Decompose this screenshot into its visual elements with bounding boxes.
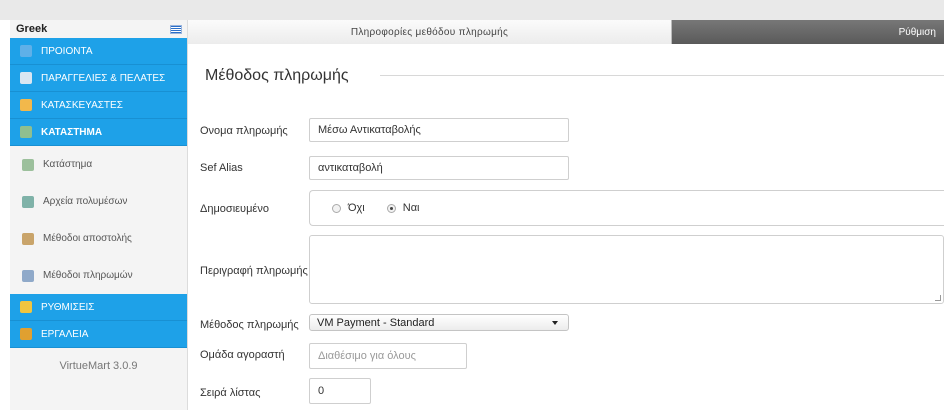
orders-icon [20,72,32,84]
published-radio-group: Όχι Ναι [309,190,944,226]
sidebar-item[interactable]: Αρχεία πολυμέσων [10,183,187,220]
tab-payment-info[interactable]: Πληροφορίες μεθόδου πληρωμής [188,20,672,44]
payment-method-value: VM Payment - Standard [317,316,435,329]
legend-divider [380,75,944,76]
sidebar-item-label: ΚΑΤΑΣΤΗΜΑ [41,126,103,138]
sidebar: Greek ΠΡΟΙΟΝΤΑ ΠΑΡΑΓΓΕΛΙΕΣ & ΠΕΛΑΤΕΣ ΚΑΤΑΣ… [10,20,188,410]
sef-alias-input[interactable]: αντικαταβολή [309,156,569,180]
list-order-input[interactable]: 0 [309,378,371,404]
sidebar-item-label: Μέθοδοι αποστολής [43,233,132,244]
sidebar-item-label: ΡΥΘΜΙΣΕΙΣ [41,301,95,313]
published-yes-radio[interactable] [386,203,396,213]
sidebar-item[interactable]: ΚΑΤΑΣΤΗΜΑ [10,119,187,146]
sidebar-item-label: ΕΡΓΑΛΕΙΑ [41,328,89,340]
store-icon [20,126,32,138]
sidebar-item-label: ΠΡΟΙΟΝΤΑ [41,45,93,57]
products-icon [20,45,32,57]
published-label: Δημοσιευμένο [200,203,269,215]
wrench-icon [20,99,32,111]
language-bar[interactable]: Greek [10,20,187,38]
version-label: VirtueMart 3.0.9 [59,360,138,372]
greece-flag-icon[interactable] [170,24,182,34]
sidebar-menu: ΠΡΟΙΟΝΤΑ ΠΑΡΑΓΓΕΛΙΕΣ & ΠΕΛΑΤΕΣ ΚΑΤΑΣΚΕΥΑΣΤ… [10,38,187,348]
sidebar-item-label: ΚΑΤΑΣΚΕΥΑΣΤΕΣ [41,99,123,111]
sidebar-item[interactable]: ΕΡΓΑΛΕΙΑ [10,321,187,348]
media-icon [22,195,34,208]
sidebar-item[interactable]: Μέθοδοι πληρωμών [10,257,187,294]
description-textarea[interactable] [309,235,944,304]
sef-alias-label: Sef Alias [200,162,243,174]
sidebar-item-label: Κατάστημα [43,159,93,170]
published-no-radio[interactable] [332,203,341,213]
store-small-icon [22,158,34,171]
shopper-group-input[interactable]: Διαθέσιμο για όλους [309,343,467,369]
resize-handle-icon[interactable] [935,295,941,301]
form-legend: Μέθοδος πληρωμής [205,67,349,84]
payment-icon [22,269,34,282]
published-yes-label[interactable]: Ναι [403,202,420,214]
sidebar-item-label: ΠΑΡΑΓΓΕΛΙΕΣ & ΠΕΛΑΤΕΣ [41,72,166,84]
truck-icon [22,232,34,245]
sidebar-item[interactable]: ΠΑΡΑΓΓΕΛΙΕΣ & ΠΕΛΑΤΕΣ [10,65,187,92]
payment-method-select[interactable]: VM Payment - Standard [309,314,569,331]
description-label: Περιγραφή πληρωμής [200,265,308,277]
tab-bar: Πληροφορίες μεθόδου πληρωμής Ρύθμιση [188,20,944,44]
payment-name-input[interactable]: Μέσω Αντικαταβολής [309,118,569,142]
list-order-label: Σειρά λίστας [200,387,261,399]
sidebar-item[interactable]: ΚΑΤΑΣΚΕΥΑΣΤΕΣ [10,92,187,119]
published-no-label[interactable]: Όχι [348,202,365,214]
payment-name-label: Ονομα πληρωμής [200,125,288,137]
tools-icon [20,328,32,340]
main-content: Μέθοδος πληρωμής [188,44,944,410]
shopper-group-label: Ομάδα αγοραστή [200,349,285,361]
sidebar-item[interactable]: ΡΥΘΜΙΣΕΙΣ [10,294,187,321]
sidebar-item-label: Αρχεία πολυμέσων [43,196,128,207]
sidebar-item[interactable]: Μέθοδοι αποστολής [10,220,187,257]
settings-icon [20,301,32,313]
language-label: Greek [16,23,48,35]
payment-method-label: Μέθοδος πληρωμής [200,319,299,331]
sidebar-item-label: Μέθοδοι πληρωμών [43,270,133,281]
sidebar-item[interactable]: Κατάστημα [10,146,187,183]
caret-down-icon [552,321,558,325]
tab-configuration[interactable]: Ρύθμιση [672,20,944,44]
top-strip [0,0,944,20]
sidebar-item[interactable]: ΠΡΟΙΟΝΤΑ [10,38,187,65]
